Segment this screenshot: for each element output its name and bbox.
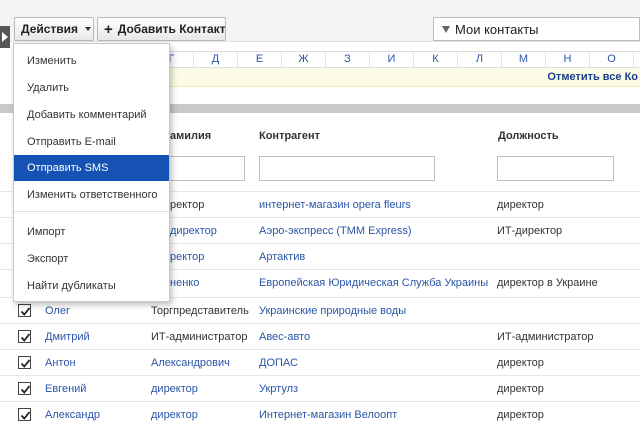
company-link[interactable]: Укртулз <box>259 376 298 402</box>
company-link[interactable]: Европейская Юридическая Служба Украины <box>259 270 488 296</box>
company-link[interactable]: интернет-магазин opera fleurs <box>259 192 411 218</box>
position-cell: директор <box>497 199 544 211</box>
alphabet-letter[interactable]: Н <box>546 52 590 67</box>
lastname-cell[interactable]: директор <box>151 402 198 428</box>
sidebar-toggle[interactable] <box>0 26 10 48</box>
table-row[interactable]: Александр директор Интернет-магазин Вело… <box>0 401 640 427</box>
alphabet-letter[interactable]: З <box>326 52 370 67</box>
column-header-position[interactable]: Должность <box>498 130 559 142</box>
row-checkbox[interactable] <box>18 382 31 395</box>
caret-down-icon <box>85 27 92 31</box>
position-cell: директор <box>497 383 544 395</box>
actions-button[interactable]: Действия <box>14 17 94 41</box>
checkmark-icon <box>20 333 31 342</box>
company-link[interactable]: Артактив <box>259 244 305 270</box>
menu-item-send-email[interactable]: Отправить E-mail <box>14 129 169 155</box>
lastname-cell[interactable]: Александрович <box>151 350 230 376</box>
alphabet-letter[interactable]: Ж <box>282 52 326 67</box>
alphabet-letter[interactable]: Д <box>194 52 238 67</box>
company-link[interactable]: Авес-авто <box>259 324 310 350</box>
column-header-lastname[interactable]: амилия <box>170 130 211 142</box>
lastname-cell[interactable]: директор <box>170 218 217 244</box>
plus-icon: + <box>104 20 113 38</box>
menu-item-export[interactable]: Экспорт <box>14 246 169 272</box>
alphabet-letter[interactable]: К <box>414 52 458 67</box>
alphabet-letter[interactable]: Л <box>458 52 502 67</box>
checkmark-icon <box>20 359 31 368</box>
row-checkbox[interactable] <box>18 356 31 369</box>
company-link[interactable]: Аэро-экспресс (ТММ Express) <box>259 218 412 244</box>
add-contact-button[interactable]: + Добавить Контакт <box>97 17 226 41</box>
position-cell: директор в Украине <box>497 277 598 289</box>
add-contact-label: Добавить Контакт <box>117 22 226 36</box>
row-checkbox[interactable] <box>18 408 31 421</box>
lastname-cell: ИТ-администратор <box>151 331 248 343</box>
alphabet-letter[interactable]: И <box>370 52 414 67</box>
lastname-cell[interactable]: ректор <box>170 244 204 270</box>
alphabet-bar: Г Д Е Ж З И К Л М Н О <box>150 51 640 68</box>
row-checkbox[interactable] <box>18 330 31 343</box>
select-all-link[interactable]: Отметить все Ко <box>150 68 640 87</box>
company-link[interactable]: Украинские природные воды <box>259 298 406 324</box>
firstname-link[interactable]: Антон <box>45 350 76 376</box>
chevron-right-icon <box>2 32 8 42</box>
alphabet-letter[interactable]: Е <box>238 52 282 67</box>
table-row[interactable]: Антон Александрович ДОПАС директор <box>0 349 640 375</box>
alphabet-letter[interactable]: О <box>590 52 634 67</box>
menu-item-edit[interactable]: Изменить <box>14 48 169 74</box>
row-checkbox[interactable] <box>18 304 31 317</box>
menu-item-send-sms[interactable]: Отправить SMS <box>14 155 169 181</box>
company-link[interactable]: ДОПАС <box>259 350 298 376</box>
menu-separator <box>14 211 169 212</box>
lastname-cell: ректор <box>170 199 205 211</box>
menu-item-import[interactable]: Импорт <box>14 219 169 245</box>
menu-item-add-comment[interactable]: Добавить комментарий <box>14 102 169 128</box>
firstname-link[interactable]: Евгений <box>45 376 86 402</box>
firstname-link[interactable]: Александр <box>45 402 100 428</box>
checkmark-icon <box>20 307 31 316</box>
menu-item-change-responsible[interactable]: Изменить ответственного <box>14 182 169 208</box>
filter-select[interactable]: Мои контакты <box>433 17 640 41</box>
position-filter-input[interactable] <box>497 156 614 181</box>
filter-value: Мои контакты <box>455 21 539 37</box>
position-cell: директор <box>497 357 544 369</box>
company-link[interactable]: Интернет-магазин Велоопт <box>259 402 397 428</box>
actions-dropdown-menu: Изменить Удалить Добавить комментарий От… <box>13 43 170 302</box>
menu-item-delete[interactable]: Удалить <box>14 75 169 101</box>
lastname-cell[interactable]: ненко <box>170 270 199 296</box>
position-cell: директор <box>497 409 544 421</box>
lastname-cell[interactable]: директор <box>151 376 198 402</box>
table-row[interactable]: Дмитрий ИТ-администратор Авес-авто ИТ-ад… <box>0 323 640 349</box>
checkmark-icon <box>20 385 31 394</box>
column-header-company[interactable]: Контрагент <box>259 130 320 142</box>
company-filter-input[interactable] <box>259 156 435 181</box>
actions-button-label: Действия <box>21 22 79 36</box>
table-row[interactable]: Евгений директор Укртулз директор <box>0 375 640 401</box>
position-cell: ИТ-администратор <box>497 331 594 343</box>
alphabet-letter[interactable]: М <box>502 52 546 67</box>
firstname-link[interactable]: Дмитрий <box>45 324 90 350</box>
position-cell: ИТ-директор <box>497 225 563 237</box>
checkmark-icon <box>20 411 31 420</box>
menu-item-find-duplicates[interactable]: Найти дубликаты <box>14 273 169 299</box>
filter-icon <box>442 25 450 33</box>
